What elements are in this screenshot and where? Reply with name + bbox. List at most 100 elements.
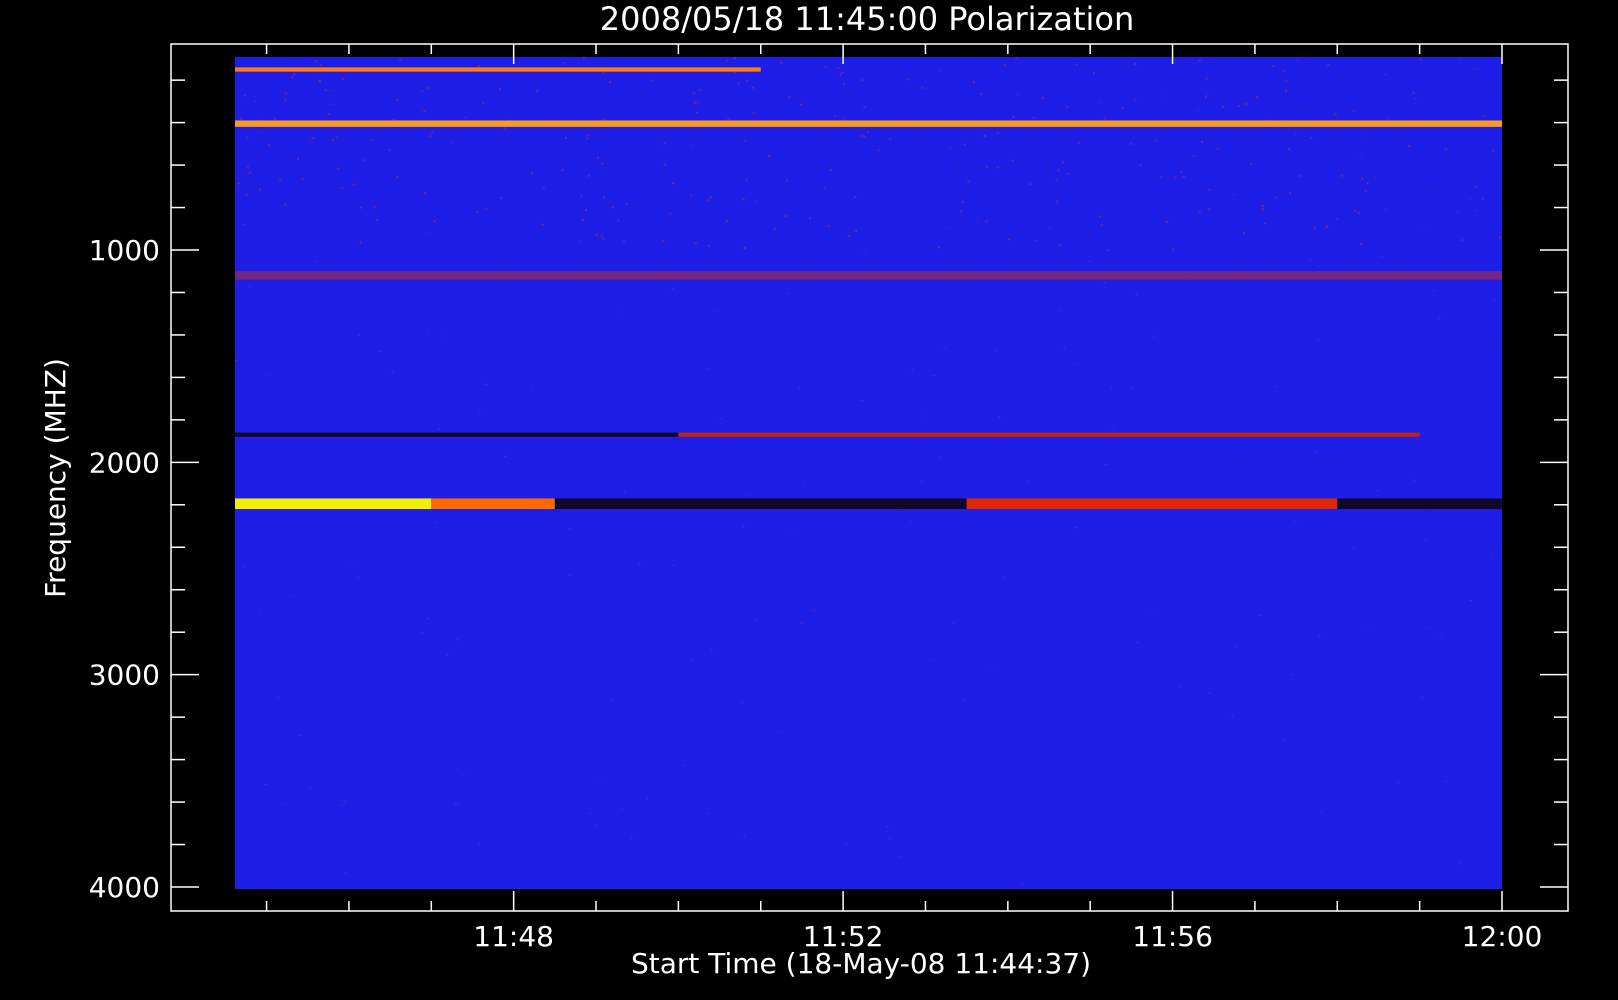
texture-speckle — [252, 241, 255, 244]
texture-speckle — [860, 134, 863, 137]
texture-speckle — [909, 521, 912, 523]
texture-speckle — [499, 99, 502, 102]
texture-speckle — [1004, 879, 1007, 881]
texture-speckle — [293, 73, 296, 76]
texture-speckle — [671, 114, 674, 117]
texture-speckle — [972, 247, 975, 250]
texture-speckle — [1103, 282, 1106, 284]
texture-speckle — [1186, 785, 1189, 787]
texture-speckle — [568, 574, 571, 576]
texture-speckle — [1259, 317, 1262, 319]
texture-speckle — [277, 360, 280, 362]
texture-speckle — [1383, 144, 1386, 147]
texture-speckle — [541, 223, 544, 226]
texture-speckle — [496, 245, 499, 248]
texture-speckle — [1248, 137, 1251, 140]
texture-speckle — [1430, 205, 1433, 208]
texture-speckle — [1067, 172, 1070, 175]
texture-speckle — [427, 186, 430, 189]
texture-speckle — [915, 131, 918, 134]
texture-speckle — [746, 232, 749, 235]
texture-speckle — [1304, 192, 1307, 194]
texture-speckle — [235, 359, 238, 361]
texture-speckle — [958, 142, 961, 145]
texture-speckle — [678, 175, 681, 178]
texture-speckle — [318, 79, 321, 82]
texture-speckle — [1136, 641, 1139, 643]
texture-speckle — [626, 202, 629, 205]
texture-speckle — [1424, 538, 1427, 540]
texture-speckle — [341, 73, 344, 76]
texture-speckle — [374, 63, 377, 66]
texture-speckle — [1034, 239, 1037, 241]
texture-speckle — [1458, 58, 1461, 60]
texture-speckle — [1256, 81, 1259, 84]
texture-speckle — [1008, 71, 1011, 74]
texture-speckle — [309, 74, 312, 77]
texture-speckle — [637, 839, 640, 841]
texture-speckle — [246, 166, 249, 169]
texture-speckle — [319, 64, 322, 67]
texture-speckle — [259, 154, 262, 157]
texture-speckle — [861, 400, 864, 402]
texture-speckle — [719, 417, 722, 419]
texture-speckle — [1255, 214, 1258, 216]
texture-speckle — [297, 157, 300, 160]
heatmap-feature — [235, 432, 679, 437]
texture-speckle — [1432, 290, 1435, 292]
texture-speckle — [671, 287, 674, 289]
texture-speckle — [476, 223, 479, 226]
texture-speckle — [1161, 95, 1164, 97]
texture-speckle — [1145, 203, 1148, 206]
texture-speckle — [586, 57, 589, 60]
texture-speckle — [1016, 150, 1019, 152]
texture-speckle — [808, 217, 811, 220]
texture-speckle — [924, 415, 927, 417]
texture-speckle — [1482, 114, 1485, 117]
texture-speckle — [1092, 72, 1095, 75]
texture-speckle — [1182, 175, 1185, 178]
texture-speckle — [565, 136, 568, 139]
texture-speckle — [536, 90, 539, 93]
heatmap-feature — [554, 498, 967, 510]
texture-speckle — [1135, 294, 1138, 296]
texture-speckle — [1370, 177, 1373, 180]
texture-speckle — [508, 119, 511, 121]
texture-speckle — [1088, 260, 1091, 262]
texture-speckle — [1017, 94, 1020, 96]
texture-speckle — [517, 187, 520, 190]
texture-speckle — [780, 61, 783, 64]
texture-speckle — [437, 428, 440, 430]
texture-speckle — [1494, 184, 1497, 186]
texture-speckle — [456, 639, 459, 641]
texture-speckle — [824, 187, 827, 190]
texture-speckle — [1200, 188, 1203, 191]
texture-speckle — [642, 860, 645, 862]
texture-speckle — [1003, 576, 1006, 578]
texture-speckle — [1352, 547, 1355, 549]
texture-speckle — [1465, 853, 1468, 855]
heatmap-feature — [678, 432, 1420, 437]
texture-speckle — [1445, 780, 1448, 782]
texture-speckle — [1206, 93, 1209, 95]
texture-speckle — [1106, 248, 1109, 251]
texture-speckle — [1443, 671, 1446, 673]
texture-speckle — [1470, 600, 1473, 602]
texture-speckle — [595, 234, 598, 237]
texture-speckle — [1353, 209, 1356, 212]
texture-speckle — [265, 373, 268, 375]
texture-speckle — [863, 135, 866, 138]
texture-speckle — [1198, 77, 1201, 79]
texture-speckle — [428, 333, 431, 335]
texture-speckle — [374, 202, 377, 205]
texture-speckle — [1174, 176, 1177, 179]
texture-speckle — [741, 702, 744, 704]
texture-speckle — [1318, 116, 1321, 119]
texture-speckle — [337, 167, 340, 170]
texture-speckle — [1368, 221, 1371, 224]
texture-speckle — [1387, 216, 1390, 219]
texture-speckle — [696, 111, 699, 114]
texture-speckle — [259, 188, 262, 191]
texture-speckle — [267, 144, 270, 147]
texture-speckle — [1021, 883, 1024, 885]
